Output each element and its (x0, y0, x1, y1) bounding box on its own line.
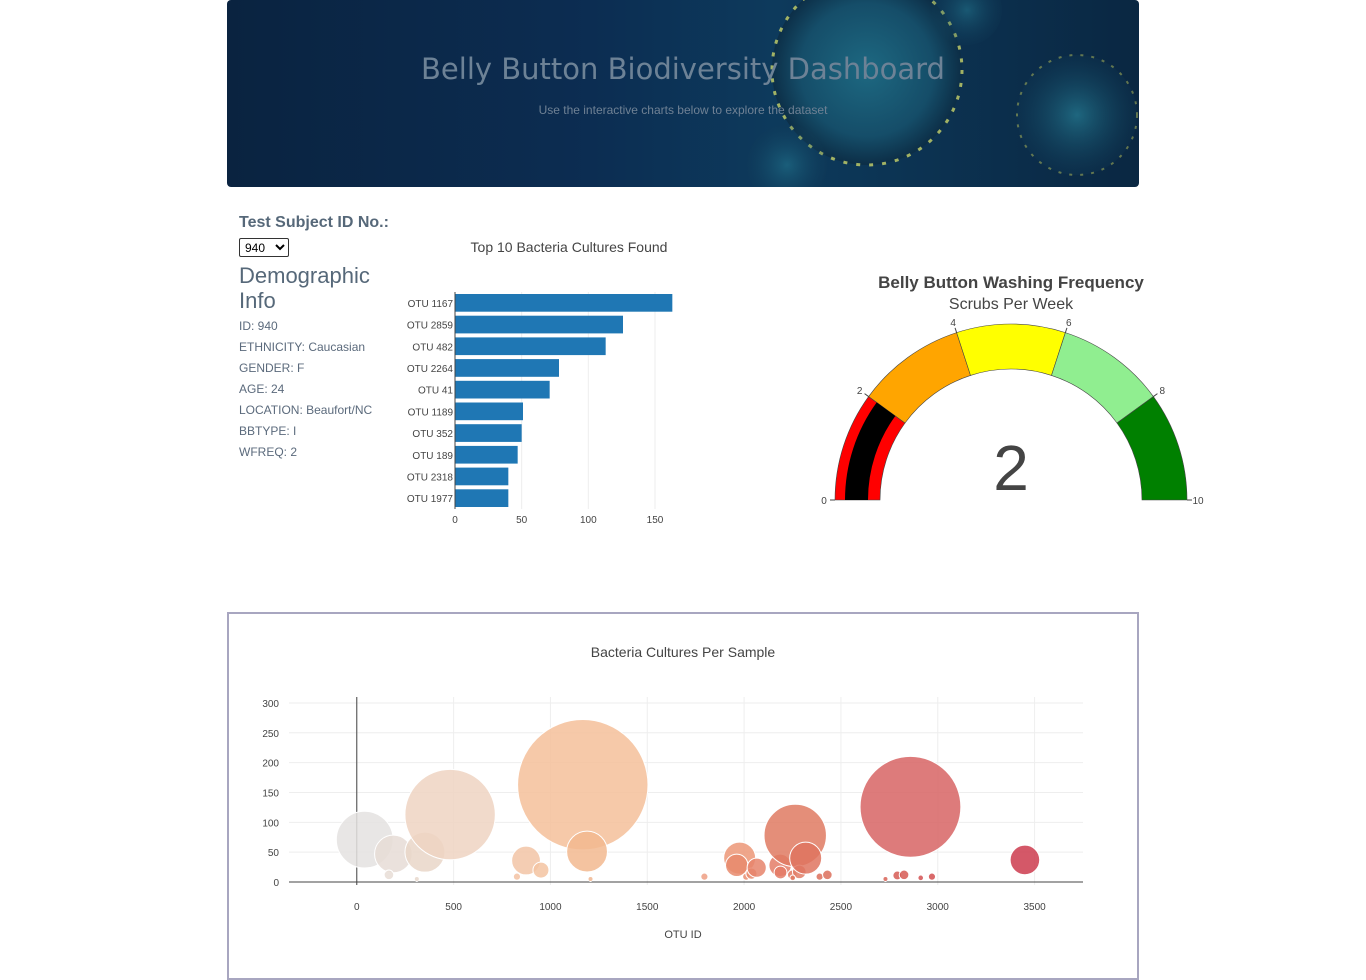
demographic-title: Demographic Info (239, 263, 370, 313)
bubble-chart[interactable]: Bacteria Cultures Per Sample0 500 1000 1500… (229, 614, 1137, 978)
bar-category-label: OTU 41 (418, 386, 453, 397)
bar-category-label: OTU 2859 (407, 321, 454, 332)
bubble (517, 719, 649, 851)
bubble (383, 869, 395, 881)
bubble (859, 755, 962, 858)
gauge-tick-label: 4 (950, 318, 956, 329)
bubble (404, 768, 496, 861)
bar-category-label: OTU 2264 (407, 364, 454, 375)
bubble-y-tick-label: 300 (262, 699, 279, 710)
bubble (882, 876, 889, 883)
bubble (1009, 844, 1041, 876)
gauge-tick-label: 10 (1192, 496, 1204, 507)
bar-category-label: OTU 1977 (407, 494, 454, 505)
bar (455, 424, 522, 442)
virus-background-image (747, 0, 1138, 187)
subject-id-select[interactable]: 940 (239, 238, 289, 257)
gauge-title: Belly Button Washing Frequency (878, 273, 1144, 292)
bubble-x-tick-label: 2000 (733, 902, 756, 913)
bubble-y-tick-label: 0 (273, 878, 279, 889)
info-ethnicity: ETHNICITY: Caucasian (239, 340, 366, 354)
bubble-y-tick-label: 200 (262, 759, 279, 770)
gauge-tick-label: 0 (821, 496, 827, 507)
bar-x-tick-label: 150 (647, 515, 664, 526)
bar (455, 445, 518, 464)
bubble (566, 830, 608, 873)
bubble (789, 874, 797, 882)
bubble (746, 857, 767, 878)
demographic-info-panel: ID: 940 ETHNICITY: Caucasian GENDER: F A… (239, 319, 389, 460)
bar-chart-title: Top 10 Bacteria Cultures Found (471, 239, 668, 255)
bubble (512, 872, 522, 881)
bar (455, 402, 523, 421)
bar (455, 359, 559, 377)
bubble (927, 872, 937, 881)
bar-category-label: OTU 189 (412, 451, 453, 462)
bubble (413, 876, 420, 883)
info-id: ID: 940 (239, 319, 278, 333)
bubble-y-tick-label: 100 (262, 818, 279, 829)
gauge-tick-label: 6 (1066, 318, 1072, 329)
bar-category-label: OTU 482 (412, 342, 453, 353)
bubble-x-tick-label: 1000 (539, 902, 562, 913)
gauge-value: 2 (993, 432, 1029, 504)
bar-x-tick-label: 0 (452, 515, 458, 526)
bubble-y-tick-label: 50 (268, 848, 280, 859)
bar (455, 489, 509, 507)
bubble-x-tick-label: 3000 (927, 902, 950, 913)
bubble-y-tick-label: 150 (262, 788, 279, 799)
washing-frequency-gauge[interactable]: Belly Button Washing Frequency Scrubs Per… (810, 265, 1220, 515)
bar (455, 294, 673, 312)
bar-x-tick-label: 100 (580, 515, 597, 526)
bubble (917, 874, 925, 882)
header-banner: Belly Button Biodiversity Dashboard Use … (227, 0, 1139, 187)
info-bbtype: BBTYPE: I (239, 424, 297, 438)
bar-x-tick-label: 50 (516, 515, 528, 526)
bubble-x-tick-label: 500 (445, 902, 462, 913)
bubble-x-axis-title: OTU ID (664, 929, 701, 941)
bar-category-label: OTU 2318 (407, 472, 454, 483)
bubble (773, 865, 788, 880)
bubble-chart-title: Bacteria Cultures Per Sample (591, 644, 776, 660)
info-gender: GENDER: F (239, 361, 305, 375)
bubble-x-tick-label: 2500 (830, 902, 853, 913)
gauge-subtitle: Scrubs Per Week (949, 296, 1074, 313)
bar (455, 467, 509, 486)
bubble (789, 841, 823, 875)
bubble (898, 869, 910, 881)
bar-category-label: OTU 352 (412, 429, 453, 440)
sidebar: Test Subject ID No.: 940 Demographic Inf… (239, 213, 389, 466)
gauge-tick-label: 8 (1160, 386, 1166, 397)
bar-category-label: OTU 1167 (408, 299, 454, 310)
bar-category-label: OTU 1189 (408, 407, 454, 418)
bubble-chart-card: Bacteria Cultures Per Sample 0 500 1000 1500… (227, 612, 1139, 980)
gauge-tick-label: 2 (857, 386, 863, 397)
bubble (587, 876, 594, 883)
gauge-tick (1153, 393, 1158, 397)
info-age: AGE: 24 (239, 382, 285, 396)
bar (455, 337, 606, 356)
bar (455, 315, 623, 334)
gauge-step (956, 323, 1066, 376)
top10-bar-chart[interactable]: Top 10 Bacteria Cultures Found 0 50 100 150 O… (395, 230, 725, 530)
gauge-tick (864, 393, 869, 397)
bubble-x-tick-label: 3500 (1023, 902, 1046, 913)
bubble (700, 872, 709, 881)
bubble-y-tick-label: 250 (262, 729, 279, 740)
info-location: LOCATION: Beaufort/NC (239, 403, 373, 417)
bubble-x-tick-label: 1500 (636, 902, 659, 913)
bubble-x-tick-label: 0 (354, 902, 360, 913)
bubble (822, 869, 833, 881)
bubble (532, 861, 550, 879)
info-wfreq: WFREQ: 2 (239, 445, 298, 459)
bar (455, 380, 550, 399)
test-subject-label: Test Subject ID No.: (239, 214, 389, 231)
page-subtitle: Use the interactive charts below to expl… (538, 103, 828, 117)
page-title: Belly Button Biodiversity Dashboard (421, 52, 945, 86)
